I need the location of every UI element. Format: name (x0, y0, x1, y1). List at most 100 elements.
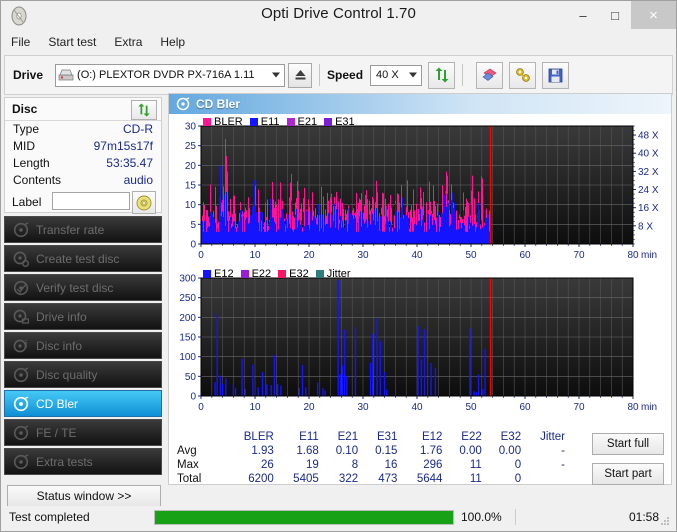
svg-text:200: 200 (179, 313, 196, 324)
status-window-button[interactable]: Status window >> (7, 485, 161, 507)
sidebar-item-label: Create test disc (36, 251, 120, 266)
cell: 11 (469, 459, 482, 471)
svg-text:60: 60 (519, 250, 531, 261)
drive-select[interactable]: (O:) PLEXTOR DVDR PX-716A 1.11 (55, 63, 286, 87)
svg-text:min: min (641, 402, 657, 413)
sidebar-item-create-test-disc[interactable]: Create test disc (4, 245, 162, 272)
svg-text:10: 10 (249, 250, 261, 261)
cell: 5405 (293, 473, 319, 485)
disc-label-caption: Label (12, 195, 42, 209)
start-part-button[interactable]: Start part (592, 463, 664, 485)
speed-value: 40 X (376, 69, 399, 81)
svg-text:48 X: 48 X (638, 131, 659, 142)
tools-button[interactable] (509, 61, 537, 89)
disc-row-contents: Contents audio (13, 173, 153, 189)
svg-text:60: 60 (519, 402, 531, 413)
svg-text:50: 50 (465, 402, 477, 413)
minimize-button[interactable]: – (567, 1, 599, 29)
svg-text:30: 30 (357, 250, 369, 261)
svg-text:50: 50 (465, 250, 477, 261)
menu-item-start-test[interactable]: Start test (48, 35, 96, 49)
svg-text:300: 300 (179, 274, 196, 285)
cell: 0.10 (335, 445, 359, 457)
svg-text:5: 5 (190, 220, 196, 231)
disc-row-key: Contents (13, 173, 62, 187)
speed-select[interactable]: 40 X (370, 64, 423, 86)
application-window: Opti Drive Control 1.70 – □ × File Start… (0, 0, 677, 532)
svg-text:50: 50 (185, 372, 197, 383)
disc-row-mid: MID 97m15s17f (13, 139, 153, 155)
sidebar-item-extra-tests[interactable]: Extra tests (4, 448, 162, 475)
disc-label-input[interactable] (52, 192, 130, 210)
erase-button[interactable] (476, 61, 504, 89)
menu-bar: File Start test Extra Help (1, 31, 676, 53)
svg-text:16 X: 16 X (638, 203, 659, 214)
status-text: Test completed (9, 510, 90, 524)
sidebar-item-disc-quality[interactable]: Disc quality (4, 361, 162, 388)
legend-item-bler: BLER (203, 116, 243, 128)
sidebar-item-verify-test-disc[interactable]: Verify test disc (4, 274, 162, 301)
svg-text:8 X: 8 X (638, 221, 653, 232)
cell: 1.93 (251, 445, 274, 457)
svg-text:80: 80 (627, 402, 639, 413)
close-button[interactable]: × (631, 1, 676, 29)
disc-refresh-button[interactable] (131, 100, 157, 120)
legend-label: E31 (335, 116, 355, 128)
start-full-button[interactable]: Start full (592, 433, 664, 455)
sidebar-item-disc-info[interactable]: Disc info (4, 332, 162, 359)
column-header-e21: E21 (337, 431, 359, 443)
disc-row-key: Length (13, 156, 50, 170)
refresh-button[interactable] (428, 61, 456, 89)
sidebar-item-fe-te[interactable]: FE / TE (4, 419, 162, 446)
svg-text:min: min (641, 250, 657, 261)
start-part-label: Start part (604, 468, 652, 480)
cell: 0.00 (498, 445, 522, 457)
legend-item-jitter: Jitter (315, 268, 351, 280)
disc-create-icon (13, 251, 29, 267)
window-controls: – □ × (567, 1, 676, 29)
disc-row-value: 97m15s17f (93, 139, 153, 153)
svg-text:40: 40 (411, 402, 423, 413)
cell: 16 (384, 459, 398, 471)
sidebar-item-label: Extra tests (36, 454, 93, 469)
sidebar-item-transfer-rate[interactable]: Transfer rate (4, 216, 162, 243)
menu-item-extra[interactable]: Extra (114, 35, 142, 49)
sidebar-item-drive-info[interactable]: Drive info (4, 303, 162, 330)
legend-item-e22: E22 (240, 268, 271, 280)
svg-text:0: 0 (198, 250, 204, 261)
svg-text:20: 20 (303, 402, 315, 413)
svg-text:15: 15 (185, 181, 197, 192)
e12-chart: E12 E22 E32 Jitter 0 50 100 150 200 250 300 0 10… (169, 266, 671, 418)
cell: 6200 (248, 473, 274, 485)
svg-text:30: 30 (357, 402, 369, 413)
column-header-e32: E32 (500, 431, 522, 443)
eject-button[interactable] (288, 62, 313, 88)
cell: - (561, 459, 565, 471)
disc-label-read-button[interactable] (132, 191, 156, 214)
menu-item-file[interactable]: File (11, 35, 30, 49)
resize-grip-icon[interactable] (660, 516, 670, 526)
run-buttons: Start full Start part (592, 433, 664, 493)
svg-text:30: 30 (185, 122, 197, 133)
save-button[interactable] (542, 61, 570, 89)
disc-quality-icon (13, 366, 29, 383)
legend-swatch (324, 118, 333, 126)
legend-label: E12 (214, 268, 234, 280)
sidebar-item-label: Disc quality (36, 367, 98, 382)
progress-percent: 100.0% (461, 510, 502, 524)
svg-text:24 X: 24 X (638, 185, 659, 196)
legend-label: BLER (214, 116, 243, 128)
legend-label: Jitter (326, 268, 351, 280)
legend-swatch (286, 118, 295, 126)
cell: 0 (514, 459, 522, 471)
table-row: Max 26 19 8 16 296 11 0 - (177, 458, 565, 472)
legend-label: E21 (297, 116, 318, 128)
menu-item-help[interactable]: Help (160, 35, 185, 49)
disc-row-key: MID (13, 139, 35, 153)
column-header-bler: BLER (243, 431, 274, 443)
cell: 473 (378, 473, 398, 485)
disc-drive-icon (13, 309, 29, 325)
sidebar-item-cd-bler[interactable]: CD Bler (4, 390, 162, 417)
disc-bler-icon (176, 97, 190, 111)
maximize-button[interactable]: □ (599, 1, 631, 29)
